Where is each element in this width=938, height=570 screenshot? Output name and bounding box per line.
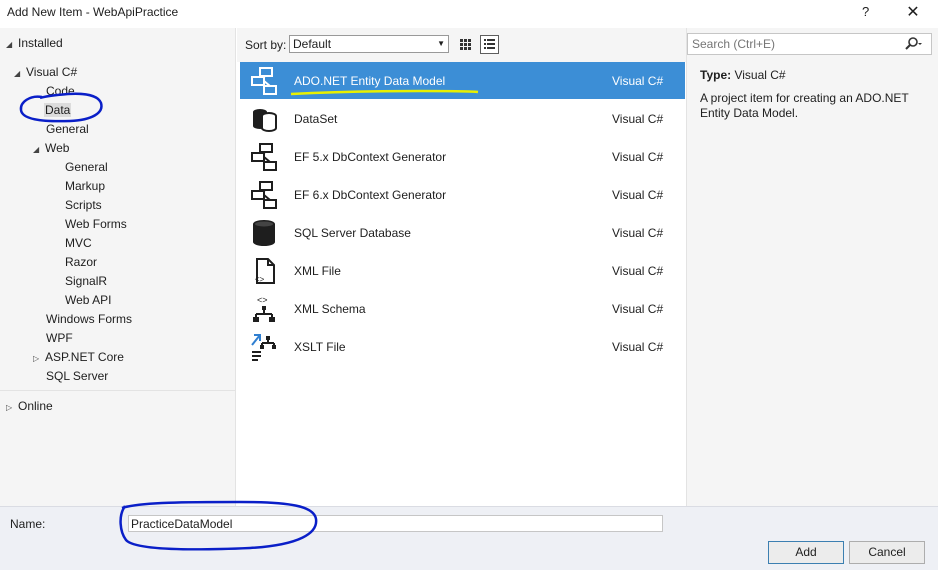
template-list: ADO.NET Entity Data Model Visual C# Data…: [240, 62, 686, 506]
tree-item-web-api[interactable]: Web API: [65, 291, 111, 309]
expanded-arrow-icon: ◢: [33, 145, 40, 154]
svg-text:<>: <>: [255, 275, 265, 284]
template-language: Visual C#: [612, 226, 664, 240]
template-name: XML File: [294, 264, 341, 278]
tree-divider: [0, 390, 236, 391]
list-view-button[interactable]: [480, 35, 499, 54]
template-item-xml-file[interactable]: <> XML File Visual C#: [240, 252, 685, 289]
template-name: SQL Server Database: [294, 226, 411, 240]
xml-file-icon: <>: [255, 258, 275, 284]
tree-item-sql-server[interactable]: SQL Server: [46, 367, 108, 385]
chevron-down-icon: ▼: [437, 39, 445, 48]
dataset-icon: [253, 109, 277, 132]
medium-icons-view-button[interactable]: [456, 35, 475, 54]
name-input[interactable]: [128, 515, 663, 532]
template-name: EF 6.x DbContext Generator: [294, 188, 447, 202]
expanded-arrow-icon: ◢: [14, 69, 21, 78]
template-item-ef5-dbcontext-generator[interactable]: EF 5.x DbContext Generator Visual C#: [240, 138, 685, 175]
sort-value: Default: [293, 37, 332, 51]
list-view-icon: [484, 39, 495, 49]
tree-item-web-general[interactable]: General: [65, 158, 108, 176]
details-panel: Type: Visual C# A project item for creat…: [686, 28, 938, 506]
sort-label: Sort by:: [245, 38, 287, 52]
template-category-tree: ◢ Installed ◢ Visual C# Code Data General …: [0, 28, 236, 506]
grid-view-icon: [460, 39, 471, 50]
tree-item-razor[interactable]: Razor: [65, 253, 97, 271]
search-input[interactable]: [687, 33, 932, 55]
tree-item-aspnet-core[interactable]: ▷ ASP.NET Core: [33, 348, 124, 366]
template-language: Visual C#: [612, 302, 664, 316]
template-language: Visual C#: [612, 340, 664, 354]
tree-item-windows-forms[interactable]: Windows Forms: [46, 310, 132, 328]
template-name: DataSet: [294, 112, 338, 126]
ef5-generator-icon: [251, 143, 277, 171]
tree-item-installed[interactable]: ◢ Installed: [6, 34, 63, 52]
database-icon: [253, 220, 275, 246]
template-item-dataset[interactable]: DataSet Visual C#: [240, 100, 685, 137]
template-name: ADO.NET Entity Data Model: [294, 74, 446, 88]
tree-item-mvc[interactable]: MVC: [65, 234, 92, 252]
close-button[interactable]: ✕: [902, 2, 924, 22]
template-language: Visual C#: [612, 264, 664, 278]
name-label: Name:: [10, 517, 46, 531]
template-name: XSLT File: [294, 340, 346, 354]
template-description: A project item for creating an ADO.NET E…: [700, 91, 909, 120]
template-language: Visual C#: [612, 112, 664, 126]
template-language: Visual C#: [612, 150, 664, 164]
help-button[interactable]: ?: [862, 4, 869, 19]
ef6-generator-icon: [251, 181, 277, 209]
template-name: EF 5.x DbContext Generator: [294, 150, 447, 164]
template-item-ef6-dbcontext-generator[interactable]: EF 6.x DbContext Generator Visual C#: [240, 176, 685, 213]
template-item-ado-net-entity-data-model[interactable]: ADO.NET Entity Data Model Visual C#: [240, 62, 685, 99]
sort-dropdown[interactable]: Default ▼: [289, 35, 449, 53]
entity-model-icon: [251, 67, 277, 95]
collapsed-arrow-icon: ▷: [33, 354, 40, 363]
xml-schema-icon: <>: [253, 295, 275, 322]
tree-item-visual-csharp[interactable]: ◢ Visual C#: [14, 63, 77, 81]
tree-item-wpf[interactable]: WPF: [46, 329, 73, 347]
expanded-arrow-icon: ◢: [6, 40, 13, 49]
tree-item-online[interactable]: ▷ Online: [6, 397, 53, 415]
template-item-sql-server-database[interactable]: SQL Server Database Visual C#: [240, 214, 685, 251]
template-type-line: Type: Visual C#: [700, 68, 786, 82]
tree-item-web-forms[interactable]: Web Forms: [65, 215, 127, 233]
tree-item-web[interactable]: ◢ Web: [33, 139, 69, 157]
cancel-button[interactable]: Cancel: [849, 541, 925, 564]
collapsed-arrow-icon: ▷: [6, 403, 13, 412]
sort-toolbar: Sort by: Default ▼: [237, 28, 686, 62]
svg-text:<>: <>: [257, 295, 268, 305]
template-item-xml-schema[interactable]: <> XML Schema Visual C#: [240, 290, 685, 327]
tree-item-markup[interactable]: Markup: [65, 177, 105, 195]
title-bar: Add New Item - WebApiPractice ? ✕: [0, 0, 938, 28]
tree-item-data[interactable]: Data: [44, 101, 72, 119]
search-icon[interactable]: [905, 36, 923, 52]
template-language: Visual C#: [612, 74, 664, 88]
window-title: Add New Item - WebApiPractice: [7, 5, 179, 19]
type-value: Visual C#: [734, 68, 786, 82]
template-name: XML Schema: [294, 302, 366, 316]
tree-item-general[interactable]: General: [46, 120, 89, 138]
tree-item-code[interactable]: Code: [46, 82, 75, 100]
name-footer: Name: Add Cancel: [0, 506, 938, 570]
tree-item-scripts[interactable]: Scripts: [65, 196, 102, 214]
template-item-xslt-file[interactable]: XSLT File Visual C#: [240, 328, 685, 365]
tree-item-signalr[interactable]: SignalR: [65, 272, 107, 290]
add-button[interactable]: Add: [768, 541, 844, 564]
xslt-file-icon: [251, 334, 276, 361]
template-language: Visual C#: [612, 188, 664, 202]
type-label: Type:: [700, 68, 732, 82]
